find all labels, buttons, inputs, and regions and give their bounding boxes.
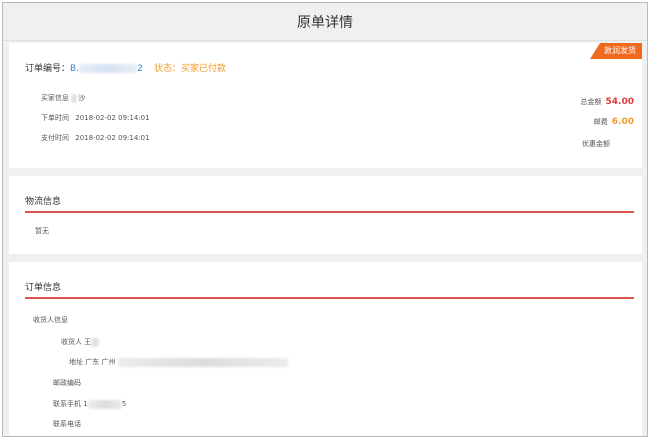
order-summary-card: 敦润发货 订单编号：B. 2 状态：买家已付款 买家信息 沙 下单时间 2018-… bbox=[9, 43, 642, 168]
postcode-label: 邮政编码 bbox=[53, 379, 81, 387]
redacted-buyer bbox=[71, 93, 78, 103]
page-title: 原单详情 bbox=[297, 14, 353, 31]
discount-label: 优惠金额 bbox=[582, 140, 610, 148]
order-detail-window: 原单详情 敦润发货 订单编号：B. 2 状态：买家已付款 买家信息 沙 下单时间 … bbox=[2, 2, 648, 437]
order-number: 订单编号：B. 2 bbox=[25, 61, 143, 74]
order-time-row: 下单时间 2018-02-02 09:14:01 bbox=[41, 113, 150, 123]
address-label: 地址 bbox=[69, 358, 83, 366]
order-info-card: 订单信息 收货人信息 收货人 王 地址 广东 广州 邮政编码 联系手机 15 联… bbox=[9, 262, 642, 436]
postcode-row: 邮政编码 bbox=[53, 378, 81, 388]
receiver-row: 收货人 王 bbox=[61, 337, 100, 347]
pay-time-value: 2018-02-02 09:14:01 bbox=[75, 134, 150, 142]
address-value: 广东 广州 bbox=[85, 358, 116, 366]
shipping-fee-row: 邮费 6.00 bbox=[594, 117, 634, 127]
address-row: 地址 广东 广州 bbox=[69, 357, 288, 367]
order-status: 状态：买家已付款 bbox=[154, 64, 227, 74]
shipping-ribbon[interactable]: 敦润发货 bbox=[590, 43, 642, 59]
shipping-value: 6.00 bbox=[611, 117, 634, 127]
total-label: 总金额 bbox=[580, 98, 602, 106]
order-time-value: 2018-02-02 09:14:01 bbox=[75, 114, 150, 122]
order-info-title: 订单信息 bbox=[25, 283, 62, 293]
logistics-title: 物流信息 bbox=[25, 197, 62, 207]
total-amount-row: 总金额 54.00 bbox=[581, 97, 634, 107]
total-value: 54.00 bbox=[605, 97, 634, 107]
receiver-value: 王 bbox=[84, 338, 92, 346]
mobile-end: 5 bbox=[121, 400, 127, 408]
order-number-start: B. bbox=[70, 64, 80, 74]
receiver-section-label: 收货人信息 bbox=[33, 316, 68, 324]
redacted-mobile bbox=[87, 399, 122, 409]
shipping-label: 邮费 bbox=[593, 118, 608, 126]
order-time-label: 下单时间 bbox=[41, 114, 69, 122]
pay-time-label: 支付时间 bbox=[41, 134, 69, 142]
order-info-divider bbox=[25, 297, 634, 299]
logistics-content: 暂无 bbox=[35, 227, 49, 235]
logistics-card: 物流信息 暂无 bbox=[9, 176, 642, 254]
buyer-info-row: 买家信息 沙 bbox=[41, 93, 85, 103]
logistics-divider bbox=[25, 211, 634, 213]
title-bar: 原单详情 bbox=[3, 3, 647, 41]
redacted-address bbox=[117, 357, 288, 367]
buyer-value: 沙 bbox=[78, 94, 86, 102]
mobile-label: 联系手机 bbox=[53, 400, 81, 408]
pay-time-row: 支付时间 2018-02-02 09:14:01 bbox=[41, 133, 150, 143]
receiver-label: 收货人 bbox=[61, 338, 82, 346]
redacted-order-number bbox=[79, 64, 138, 73]
mobile-row: 联系手机 15 bbox=[53, 399, 126, 409]
phone-label: 联系电话 bbox=[53, 420, 81, 428]
discount-row: 优惠金额 bbox=[582, 139, 610, 149]
order-number-label: 订单编号： bbox=[25, 64, 71, 74]
phone-row: 联系电话 bbox=[53, 419, 81, 429]
order-number-end: 2 bbox=[137, 64, 143, 74]
buyer-label: 买家信息 bbox=[41, 94, 69, 102]
redacted-receiver bbox=[91, 337, 100, 347]
